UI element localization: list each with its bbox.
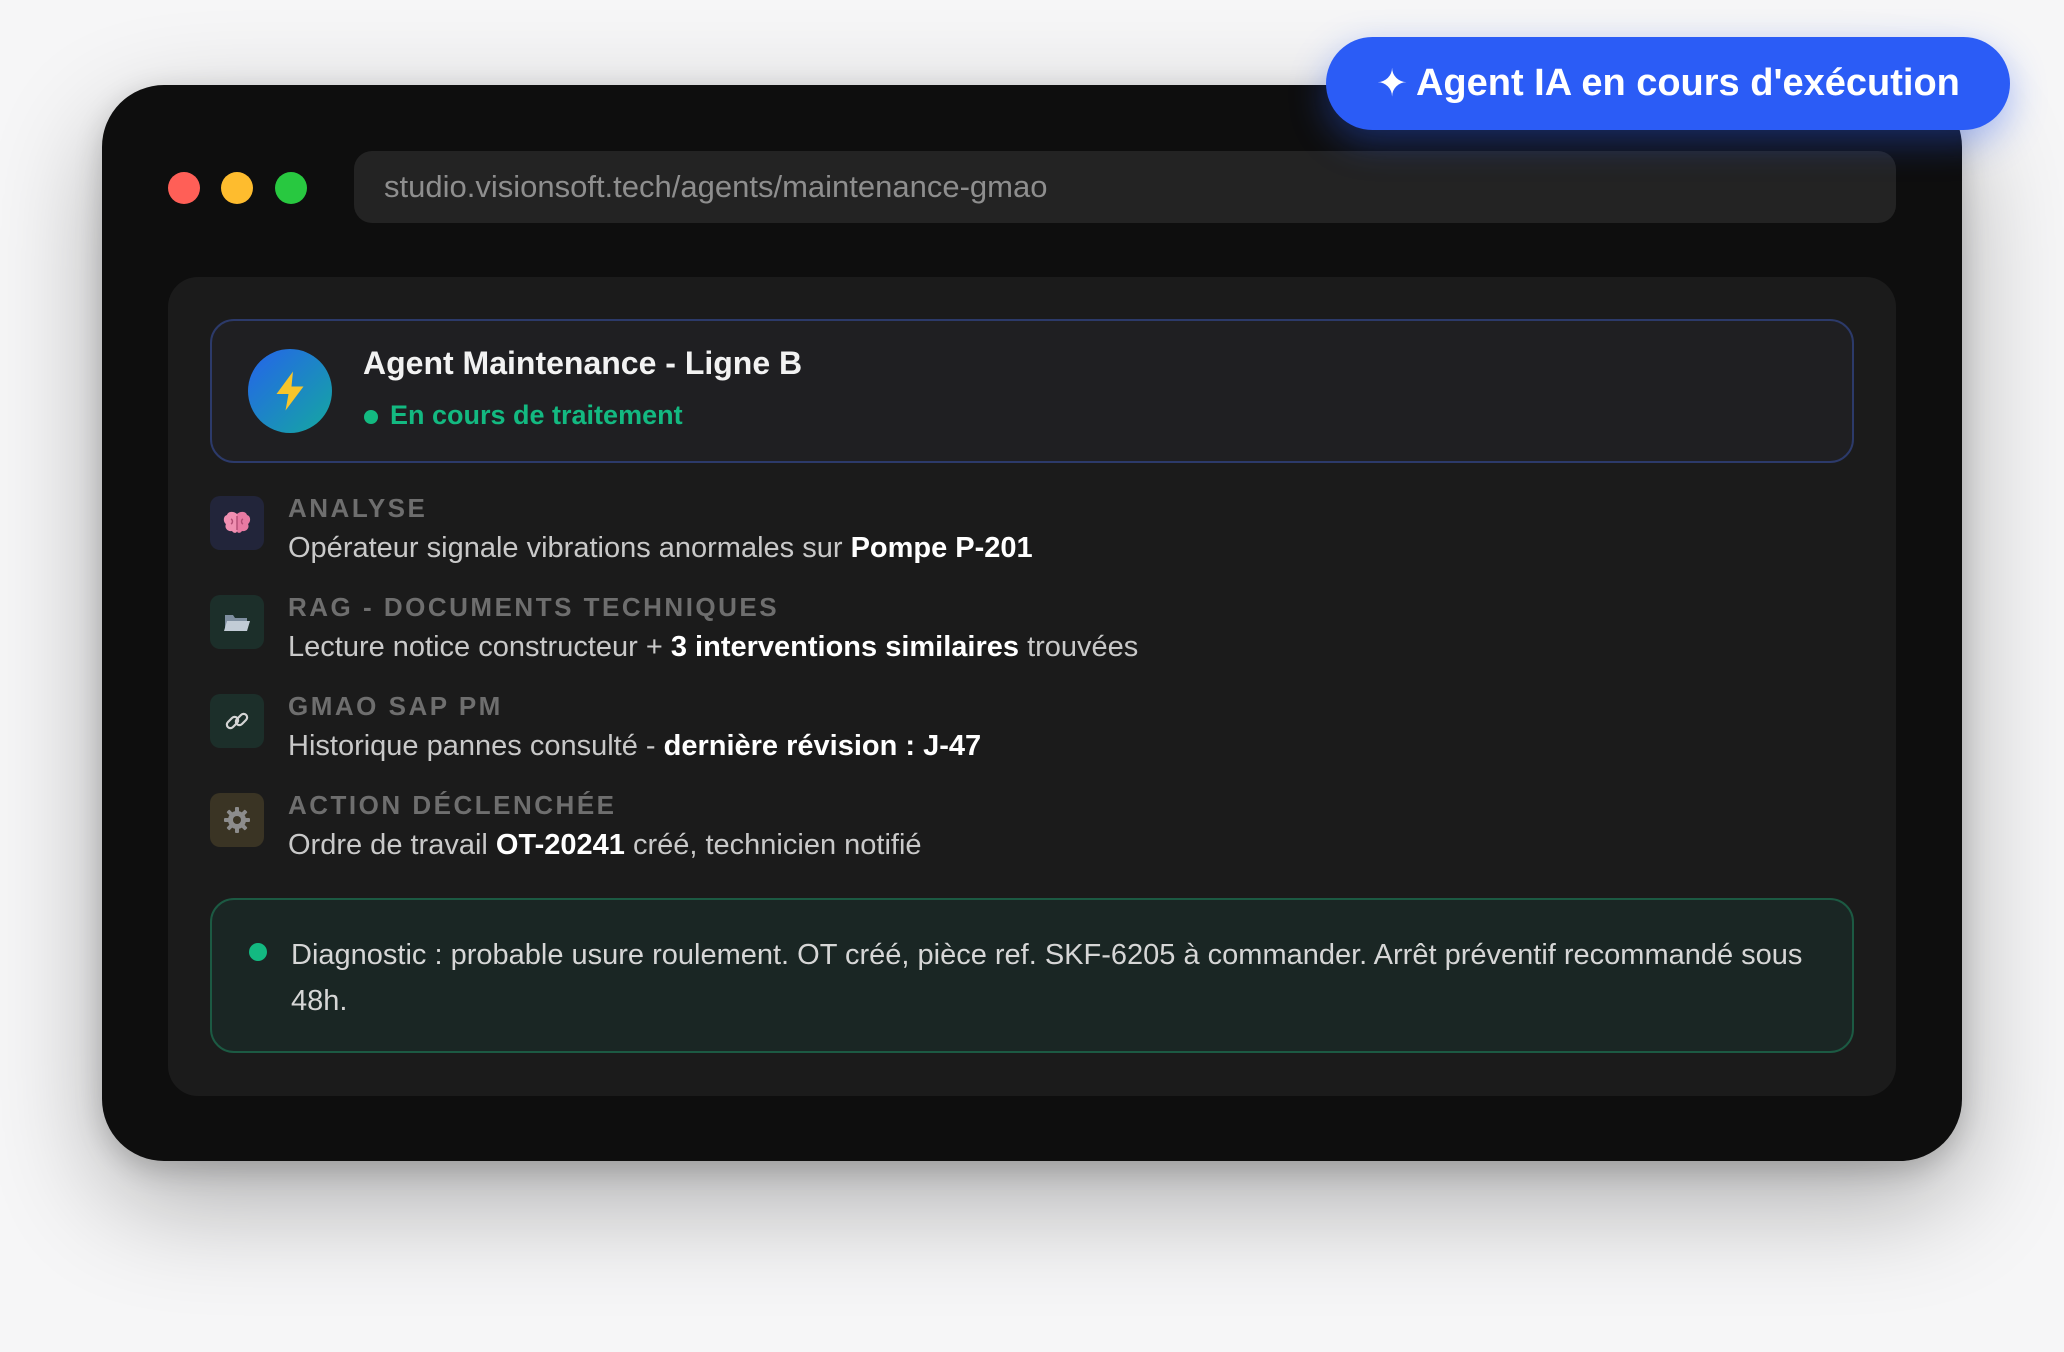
gear-icon (224, 807, 250, 833)
url-text: studio.visionsoft.tech/agents/maintenanc… (384, 169, 1048, 204)
step-analyse-desc: Opérateur signale vibrations anormales s… (288, 532, 1033, 564)
status-dot (364, 410, 378, 424)
minimize-window-button[interactable] (221, 172, 253, 204)
step-gmao-icon-box (210, 694, 264, 748)
close-window-button[interactable] (168, 172, 200, 204)
step-action-desc: Ordre de travail OT-20241 créé, technici… (288, 829, 922, 861)
folder-icon (224, 615, 250, 631)
step-action-label: ACTION DÉCLENCHÉE (288, 790, 617, 820)
address-bar[interactable]: studio.visionsoft.tech/agents/maintenanc… (354, 151, 1896, 223)
sparkle-icon: ✦ (1376, 63, 1408, 105)
agent-header-card (210, 319, 1854, 463)
step-action-highlight: OT-20241 (495, 829, 625, 861)
diagnostic-dot (249, 943, 267, 961)
link-icon (225, 712, 249, 730)
step-rag-icon-box (210, 595, 264, 649)
step-analyse-icon-box (210, 496, 264, 550)
step-rag-label: RAG - DOCUMENTS TECHNIQUES (288, 592, 780, 622)
agent-running-badge: ✦ Agent IA en cours d'exécution (1326, 37, 2010, 130)
brain-icon (223, 511, 251, 533)
step-gmao-label: GMAO SAP PM (288, 691, 503, 721)
step-analyse-label: ANALYSE (288, 493, 428, 523)
badge-label: Agent IA en cours d'exécution (1415, 62, 1960, 104)
diagnostic-text: Diagnostic : probable usure roulement. O… (291, 939, 1803, 1017)
lightning-icon (276, 371, 304, 411)
agent-name: Agent Maintenance - Ligne B (363, 345, 803, 381)
step-action-icon-box (210, 793, 264, 847)
agent-status: En cours de traitement (390, 400, 683, 430)
stage: studio.visionsoft.tech/agents/maintenanc… (0, 0, 2064, 1352)
maximize-window-button[interactable] (275, 172, 307, 204)
step-rag-desc: Lecture notice constructeur + 3 interven… (288, 631, 1139, 663)
step-gmao-highlight: dernière révision : J-47 (663, 730, 982, 762)
step-analyse-highlight: Pompe P-201 (850, 532, 1033, 564)
step-rag-highlight: 3 interventions similaires (670, 631, 1020, 663)
agent-avatar (248, 349, 332, 433)
step-gmao-desc: Historique pannes consulté - dernière ré… (288, 730, 982, 762)
